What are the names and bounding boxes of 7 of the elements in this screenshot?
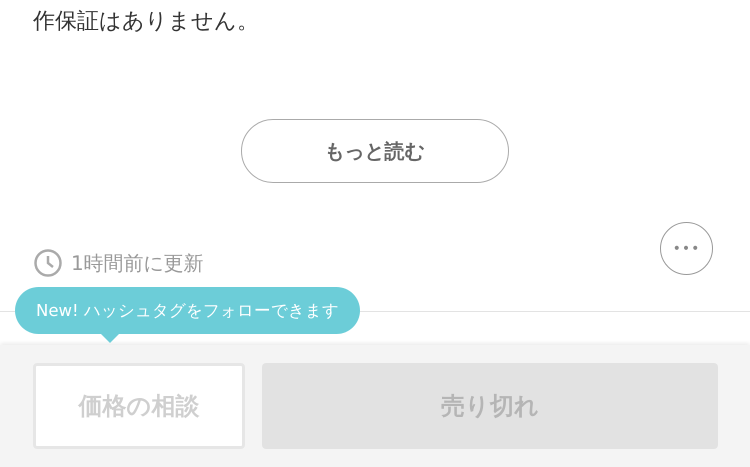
tooltip-pointer (100, 333, 120, 343)
tooltip-bubble: New! ハッシュタグをフォローできます (15, 287, 360, 334)
description-text: 作保証はありません。 (33, 8, 260, 36)
clock-icon (33, 248, 63, 278)
read-more-button[interactable]: もっと読む (240, 119, 508, 183)
more-options-button[interactable]: ••• (660, 222, 713, 275)
updated-time: 1時間前に更新 (71, 250, 204, 276)
